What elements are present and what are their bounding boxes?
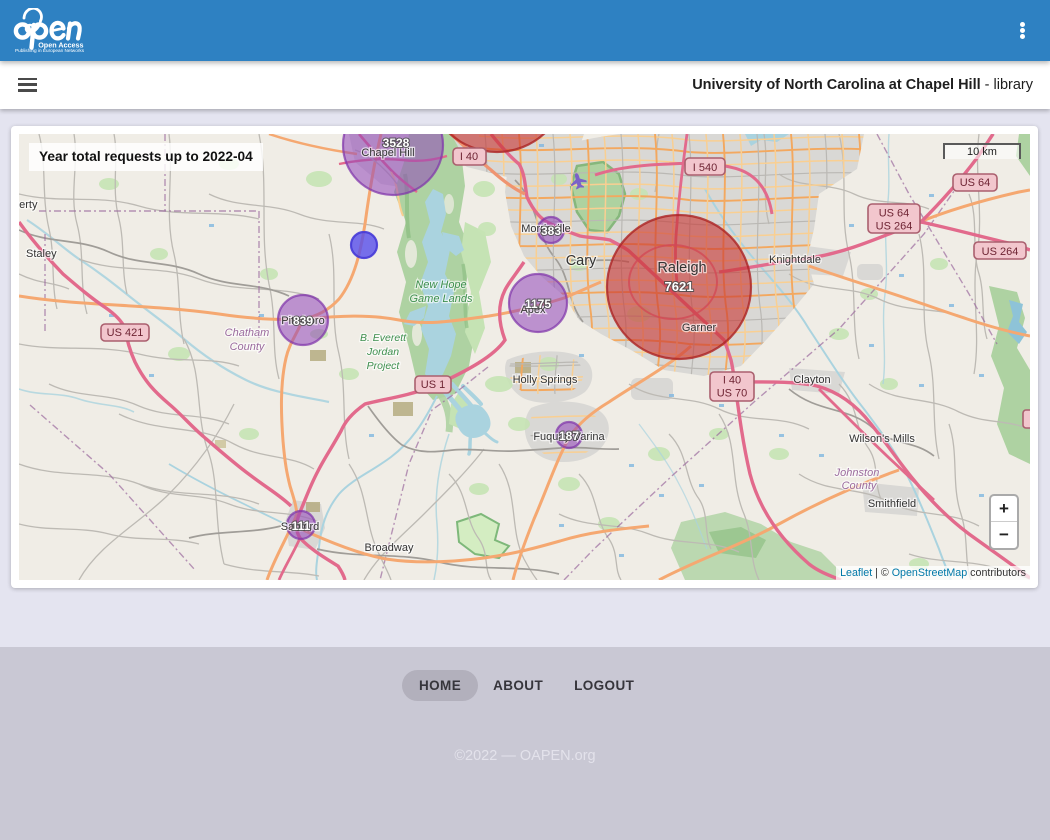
svg-text:839: 839 [293,314,313,328]
svg-text:7621: 7621 [665,279,694,294]
svg-text:3528: 3528 [383,136,410,150]
svg-text:County: County [230,341,266,353]
svg-text:Project: Project [367,360,401,372]
svg-text:US 264: US 264 [876,221,913,233]
svg-text:Chatham: Chatham [225,327,270,339]
svg-text:I 40: I 40 [723,375,741,387]
svg-text:Garner: Garner [682,322,717,334]
svg-text:Knightdale: Knightdale [769,254,821,266]
svg-text:Raleigh: Raleigh [657,260,706,276]
svg-text:Game Lands: Game Lands [410,293,473,305]
svg-text:Jordan: Jordan [366,346,399,358]
svg-text:County: County [842,480,878,492]
svg-text:Holly Springs: Holly Springs [513,374,578,386]
svg-text:US 1: US 1 [421,379,445,391]
svg-text:Wilson's Mills: Wilson's Mills [849,433,915,445]
svg-text:Cary: Cary [566,253,597,269]
svg-text:US 70: US 70 [717,388,748,400]
svg-text:Smithfield: Smithfield [868,498,916,510]
svg-text:383: 383 [541,224,561,238]
svg-text:US 264: US 264 [982,246,1019,258]
svg-text:Publishing in European Network: Publishing in European Networks [15,48,85,53]
svg-text:B. Everett: B. Everett [360,332,407,344]
svg-text:111: 111 [292,519,311,533]
svg-text:Johnston: Johnston [834,467,880,479]
svg-text:Broadway: Broadway [365,542,414,554]
svg-text:US 421: US 421 [107,327,144,339]
svg-text:Clayton: Clayton [793,374,830,386]
svg-text:I 40: I 40 [460,151,478,163]
svg-text:US 64: US 64 [879,208,910,220]
svg-text:187: 187 [559,429,579,443]
svg-text:US 64: US 64 [960,177,991,189]
svg-text:I 540: I 540 [693,162,717,174]
svg-text:berty: berty [19,199,38,211]
svg-text:1175: 1175 [525,297,551,311]
svg-text:New Hope: New Hope [415,279,466,291]
svg-text:Staley: Staley [26,248,57,260]
